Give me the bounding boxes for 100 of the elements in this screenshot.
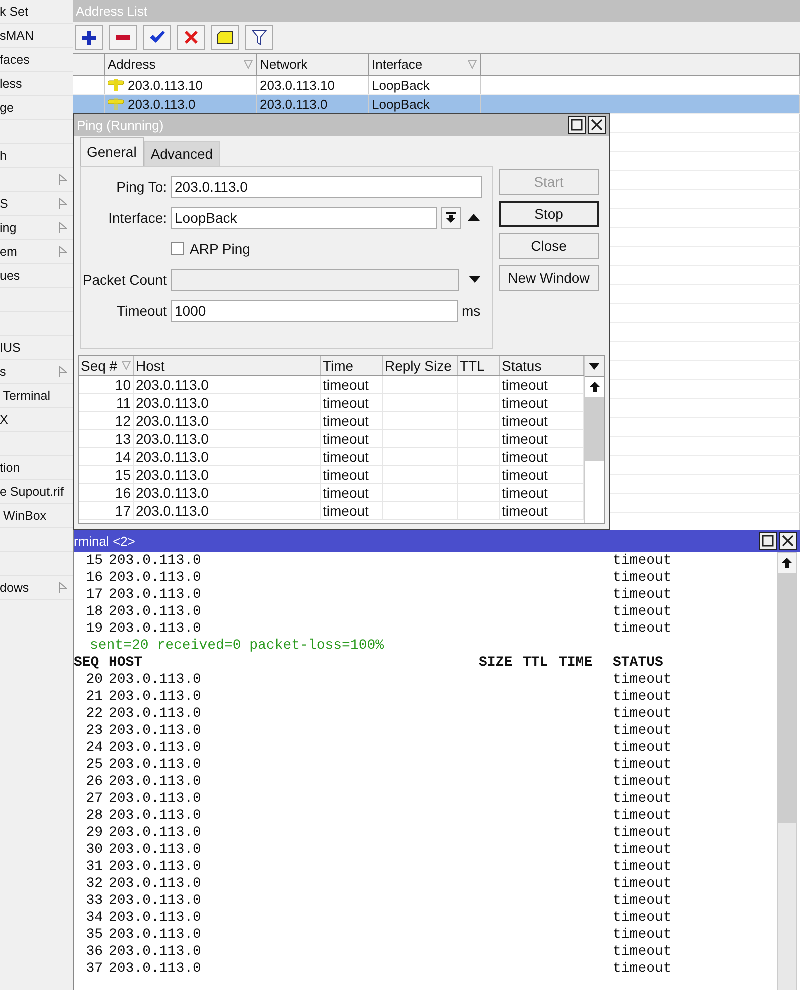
host-text: 203.0.113.0: [109, 876, 202, 892]
tab[interactable]: General: [80, 137, 144, 166]
menu-item[interactable]: X: [0, 412, 8, 426]
column-header[interactable]: Interface: [369, 54, 481, 75]
host-text: 203.0.113.0: [109, 688, 202, 704]
dropdown-button[interactable]: [441, 206, 461, 228]
collapse-arrow-icon[interactable]: [468, 214, 480, 221]
menu-item[interactable]: tion: [0, 460, 20, 474]
table-cell: timeout: [502, 412, 548, 428]
host-text: 203.0.113.0: [109, 552, 202, 568]
status-text: timeout: [613, 892, 673, 908]
sequence-number: 23: [85, 722, 104, 738]
sequence-number: 15: [85, 552, 104, 568]
dropdown-field[interactable]: LoopBack: [171, 206, 437, 228]
address-icon: [108, 98, 124, 110]
menu-item[interactable]: h: [0, 148, 7, 162]
column-header[interactable]: TTL: [458, 356, 500, 375]
field-label: Interface:: [108, 210, 167, 226]
checkbox-label[interactable]: ARP Ping: [190, 240, 250, 256]
column-header[interactable]: Seq #: [79, 356, 134, 375]
toolbar-button[interactable]: [211, 25, 239, 50]
text-field[interactable]: 1000: [171, 300, 458, 322]
menu-item[interactable]: s: [0, 364, 6, 378]
sort-icon: [468, 60, 477, 69]
sequence-number: 27: [85, 790, 104, 806]
column-header[interactable]: Status: [500, 356, 584, 375]
dialog-button[interactable]: Stop: [499, 201, 599, 227]
sequence-number: 16: [85, 570, 104, 586]
menu-item[interactable]: k Set: [0, 4, 28, 18]
maximize-icon[interactable]: [568, 116, 586, 134]
table-cell: 17: [115, 502, 131, 518]
down-arrow-icon: [446, 212, 456, 223]
table-row[interactable]: 203.0.113.0 203.0.113.0 LoopBack: [73, 95, 800, 114]
column-header[interactable]: Time: [321, 356, 383, 375]
column-menu-icon[interactable]: [589, 362, 600, 370]
host-text: 203.0.113.0: [109, 892, 202, 908]
sequence-number: 26: [85, 774, 104, 790]
menu-item[interactable]: ues: [0, 268, 20, 282]
tab[interactable]: Advanced: [144, 141, 220, 166]
table-cell: timeout: [323, 466, 369, 482]
close-icon[interactable]: [779, 532, 797, 550]
dialog-button[interactable]: New Window: [499, 265, 599, 291]
table-cell: 203.0.113.0: [136, 484, 209, 500]
host-text: 203.0.113.0: [109, 586, 202, 602]
toolbar-button[interactable]: [245, 25, 273, 50]
status-text: timeout: [613, 604, 673, 620]
status-text: timeout: [613, 672, 673, 688]
column-header[interactable]: Network: [257, 54, 369, 75]
menu-item[interactable]: em: [0, 244, 18, 258]
menu-item[interactable]: less: [0, 76, 22, 90]
maximize-icon[interactable]: [759, 532, 777, 550]
table-cell: 16: [115, 484, 131, 500]
filter-icon: [252, 30, 266, 46]
sequence-number: 19: [85, 620, 104, 636]
menu-item[interactable]: S: [0, 196, 8, 210]
dialog-button[interactable]: Close: [499, 233, 599, 259]
table-cell: LoopBack: [372, 78, 430, 92]
window-title: rminal <2>: [74, 534, 136, 548]
status-text: timeout: [613, 706, 673, 722]
table-cell: 11: [116, 394, 131, 410]
menu-item[interactable]: faces: [0, 52, 30, 66]
menu-item[interactable]: e Supout.rif: [0, 484, 64, 498]
scrollbar-thumb[interactable]: [585, 397, 604, 461]
dropdown-arrow-icon[interactable]: [469, 276, 481, 283]
menu-item[interactable]: dows: [0, 580, 30, 594]
host-text: 203.0.113.0: [109, 706, 202, 722]
toolbar-button[interactable]: [109, 25, 137, 50]
menu-item[interactable]: sMAN: [0, 28, 34, 42]
host-text: 203.0.113.0: [109, 960, 202, 976]
host-text: 203.0.113.0: [109, 570, 202, 586]
plus-icon: [82, 30, 96, 44]
status-text: timeout: [613, 790, 673, 806]
table-cell: 10: [115, 376, 131, 392]
close-icon[interactable]: [588, 116, 606, 134]
sequence-number: 35: [85, 926, 104, 942]
menu-item[interactable]: Terminal: [0, 388, 50, 402]
table-cell: timeout: [502, 484, 548, 500]
text-field[interactable]: 203.0.113.0: [171, 176, 482, 198]
checkbox[interactable]: [171, 242, 184, 255]
scrollbar-thumb[interactable]: [778, 573, 796, 823]
toolbar-button[interactable]: [143, 25, 171, 50]
scroll-up-icon[interactable]: [782, 558, 792, 568]
column-header[interactable]: Reply Size: [383, 356, 458, 375]
toolbar-button[interactable]: [75, 25, 103, 50]
status-text: timeout: [613, 944, 673, 960]
status-text: timeout: [613, 960, 673, 976]
column-header[interactable]: Host: [134, 356, 321, 375]
scroll-up-icon[interactable]: [590, 382, 600, 392]
menu-item[interactable]: WinBox: [0, 508, 47, 522]
column-header[interactable]: Address: [105, 54, 257, 75]
status-text: timeout: [613, 876, 673, 892]
menu-item[interactable]: IUS: [0, 340, 21, 354]
sequence-number: 17: [85, 586, 104, 602]
menu-item[interactable]: ge: [0, 100, 14, 114]
sequence-number: 28: [85, 808, 104, 824]
menu-item[interactable]: ing: [0, 220, 17, 234]
table-cell: timeout: [323, 484, 369, 500]
status-text: timeout: [613, 586, 673, 602]
column-heading: TTL: [523, 654, 550, 670]
table-cell: 14: [115, 448, 131, 464]
